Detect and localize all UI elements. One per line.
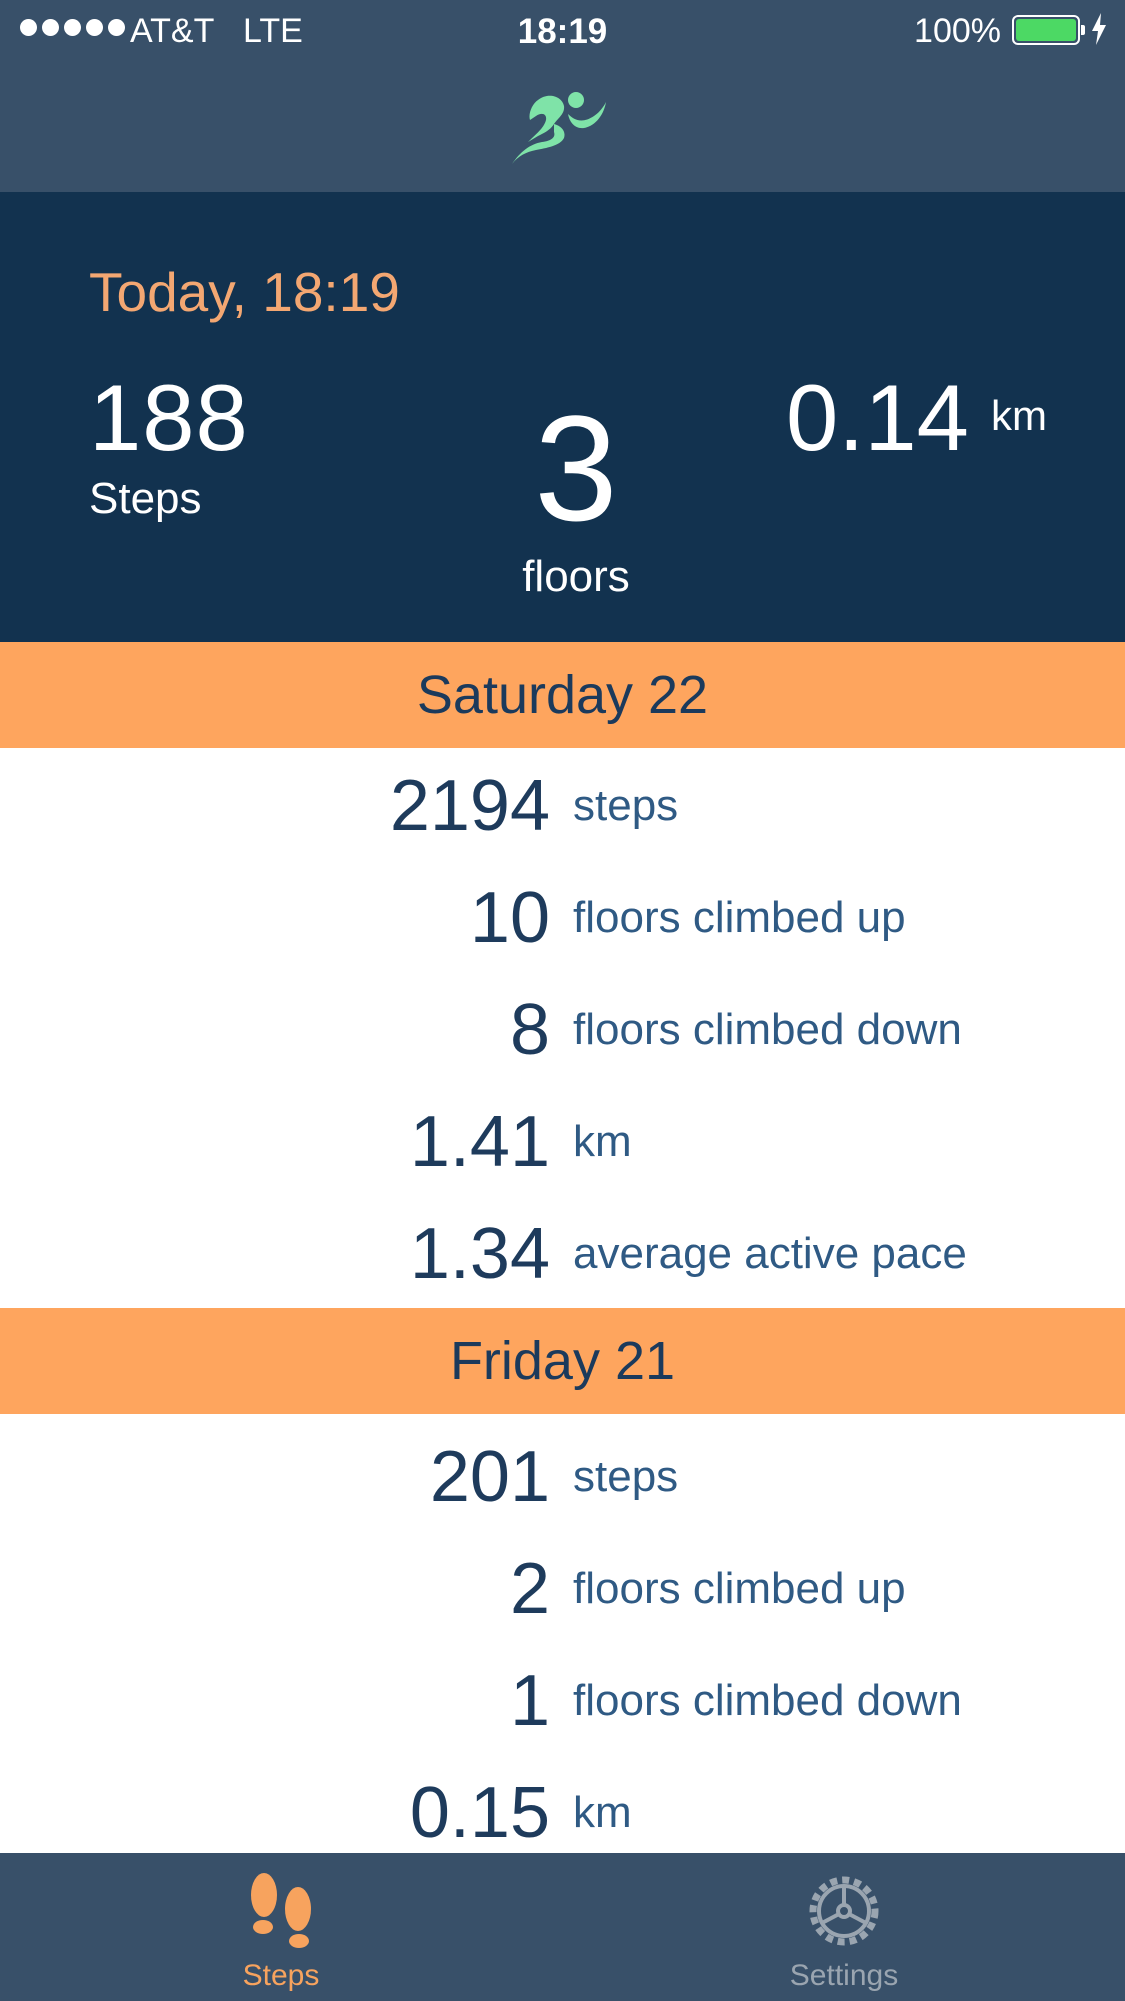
battery-percentage: 100% [914, 12, 1001, 50]
charging-bolt-icon [1092, 13, 1106, 45]
stat-value: 1.41 [409, 1102, 550, 1182]
tab-steps[interactable]: Steps [0, 1853, 562, 2001]
gear-icon [809, 1876, 879, 1946]
list-item: 10 floors climbed up [0, 862, 1125, 974]
stat-value: 2 [509, 1549, 550, 1629]
list-item: 8 floors climbed down [0, 974, 1125, 1086]
navigation-bar [0, 60, 1125, 192]
battery-level-fill [1016, 19, 1076, 41]
tab-settings[interactable]: Settings [563, 1853, 1125, 2001]
list-item: 1.41 km [0, 1086, 1125, 1198]
stat-value: 1 [509, 1661, 550, 1741]
stat-label: floors climbed up [573, 1564, 906, 1613]
stat-value: 2194 [389, 766, 550, 846]
stat-label: floors climbed down [573, 1676, 962, 1725]
list-item: 201 steps [0, 1421, 1125, 1533]
day-header-saturday: Saturday 22 [0, 642, 1125, 748]
today-floors-label: floors [522, 552, 630, 601]
tab-bar: Steps Settings [0, 1853, 1125, 2001]
day-header-friday: Friday 21 [0, 1308, 1125, 1414]
list-item: 1.34 average active pace [0, 1198, 1125, 1310]
running-person-icon [512, 92, 606, 164]
list-item: 2194 steps [0, 750, 1125, 862]
list-item: 1 floors climbed down [0, 1645, 1125, 1757]
stat-label: steps [573, 1452, 679, 1501]
footprints-icon [251, 1873, 311, 1948]
today-distance-unit: km [991, 392, 1047, 439]
stat-label: average active pace [573, 1229, 967, 1278]
stat-label: km [573, 1117, 632, 1166]
stat-value: 201 [429, 1437, 550, 1517]
battery-tip [1081, 25, 1085, 35]
tab-steps-label: Steps [242, 1959, 320, 1992]
stat-label: steps [573, 781, 679, 830]
stat-label: floors climbed up [573, 893, 906, 942]
stat-value: 10 [469, 878, 550, 958]
stat-value: 8 [509, 990, 550, 1070]
battery-icon [1012, 15, 1080, 45]
today-distance-value: 0.14 [786, 365, 969, 470]
status-bar: AT&T LTE 18:19 100% [0, 0, 1125, 60]
today-summary: Today, 18:19 188 Steps 3 floors 0.14 km [0, 192, 1125, 642]
stat-label: floors climbed down [573, 1005, 962, 1054]
list-item: 2 floors climbed up [0, 1533, 1125, 1645]
stat-value: 1.34 [409, 1214, 550, 1294]
tab-settings-label: Settings [789, 1959, 899, 1992]
today-title: Today, 18:19 [89, 261, 400, 323]
